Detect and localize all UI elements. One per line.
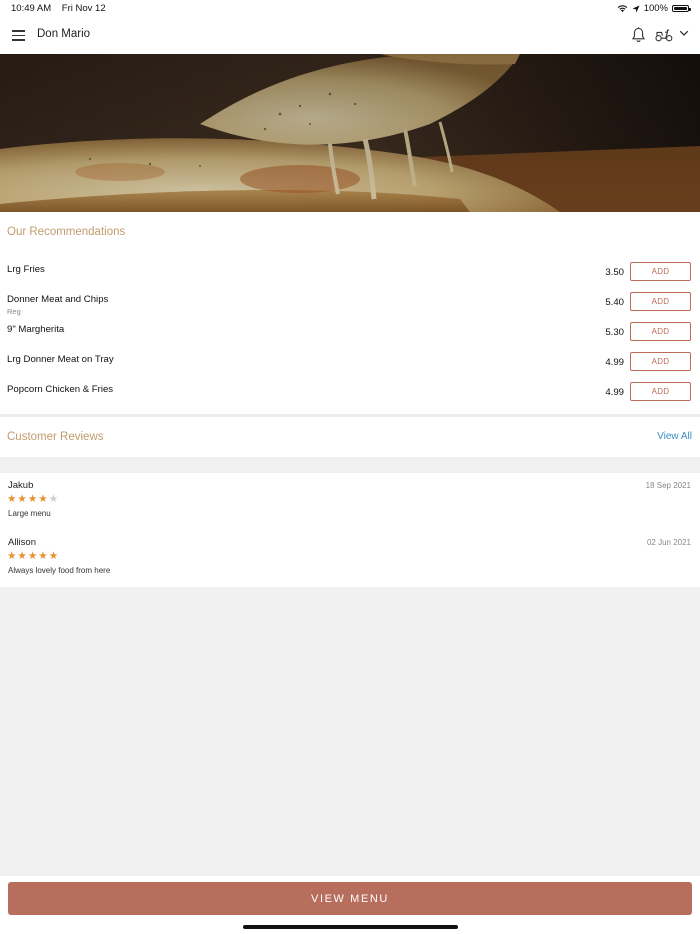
top-nav: Don Mario <box>0 18 700 54</box>
add-button[interactable]: ADD <box>630 382 691 401</box>
item-price: 4.99 <box>605 357 624 368</box>
star-filled-icon: ★ <box>7 550 17 562</box>
reviews-list: Jakub 18 Sep 2021 ★ ★ ★ ★ ★ Large menu Allis… <box>0 473 700 587</box>
wifi-icon <box>617 5 627 13</box>
star-filled-icon: ★ <box>48 550 59 562</box>
review-item: Jakub 18 Sep 2021 ★ ★ ★ ★ ★ Large menu <box>0 473 700 523</box>
star-filled-icon: ★ <box>17 493 27 505</box>
menu-icon[interactable] <box>12 30 25 41</box>
battery-percent: 100% <box>643 3 668 14</box>
star-filled-icon: ★ <box>27 493 38 505</box>
status-bar: 10:49 AM Fri Nov 12 100% <box>0 0 700 18</box>
delivery-scooter-icon[interactable] <box>655 28 673 42</box>
add-button[interactable]: ADD <box>630 322 691 341</box>
star-filled-icon: ★ <box>7 493 17 505</box>
battery-fill <box>674 7 687 10</box>
add-button[interactable]: ADD <box>630 292 691 311</box>
reviewer-name: Jakub <box>8 480 34 491</box>
view-all-link[interactable]: View All <box>657 431 692 442</box>
review-text: Large menu <box>8 509 51 518</box>
recommendation-item: Lrg Donner Meat on Tray 4.99 ADD <box>0 352 700 382</box>
reviews-header: Customer Reviews View All <box>0 417 700 457</box>
location-arrow-icon <box>632 5 640 12</box>
reviewer-name: Allison <box>8 537 36 548</box>
item-name: Donner Meat and Chips <box>7 294 109 305</box>
status-left: 10:49 AM Fri Nov 12 <box>11 3 106 14</box>
add-button[interactable]: ADD <box>630 262 691 281</box>
recommendations-title: Our Recommendations <box>7 226 126 238</box>
item-name: Lrg Fries <box>7 264 45 275</box>
star-filled-icon: ★ <box>17 550 27 562</box>
star-rating: ★ ★ ★ ★ ★ <box>7 493 58 505</box>
reviews-title: Customer Reviews <box>7 431 104 443</box>
recommendation-item: Donner Meat and Chips Reg 5.40 ADD <box>0 292 700 322</box>
bell-icon[interactable] <box>631 27 646 43</box>
item-price: 4.99 <box>605 387 624 398</box>
add-button[interactable]: ADD <box>630 352 691 371</box>
recommendation-item: Lrg Fries 3.50 ADD <box>0 262 700 292</box>
view-menu-button[interactable]: VIEW MENU <box>8 882 692 915</box>
hero-image <box>0 54 700 212</box>
bottom-bar: VIEW MENU <box>0 876 700 934</box>
status-right: 100% <box>617 3 691 14</box>
item-name: 9" Margherita <box>7 324 65 335</box>
page-title: Don Mario <box>37 28 91 40</box>
review-text: Always lovely food from here <box>8 566 111 575</box>
star-filled-icon: ★ <box>38 550 48 562</box>
item-size: Reg <box>7 307 21 316</box>
review-item: Allison 02 Jun 2021 ★ ★ ★ ★ ★ Always lovely … <box>0 530 700 580</box>
star-filled-icon: ★ <box>38 493 48 505</box>
home-indicator <box>243 925 458 929</box>
recommendation-item: 9" Margherita 5.30 ADD <box>0 322 700 352</box>
item-price: 5.40 <box>605 297 624 308</box>
recommendations-section: Our Recommendations Lrg Fries 3.50 ADD D… <box>0 212 700 414</box>
recommendation-item: Popcorn Chicken & Fries 4.99 ADD <box>0 382 700 412</box>
item-name: Popcorn Chicken & Fries <box>7 384 114 395</box>
star-rating: ★ ★ ★ ★ ★ <box>7 550 58 562</box>
item-price: 3.50 <box>605 267 624 278</box>
star-empty-icon: ★ <box>48 493 59 505</box>
chevron-down-icon[interactable] <box>679 29 689 37</box>
item-price: 5.30 <box>605 327 624 338</box>
review-date: 18 Sep 2021 <box>645 481 691 490</box>
status-date: Fri Nov 12 <box>61 3 106 14</box>
star-filled-icon: ★ <box>27 550 38 562</box>
item-name: Lrg Donner Meat on Tray <box>7 354 114 365</box>
status-time: 10:49 AM <box>11 3 52 14</box>
battery-icon <box>672 5 691 12</box>
review-date: 02 Jun 2021 <box>646 538 691 547</box>
